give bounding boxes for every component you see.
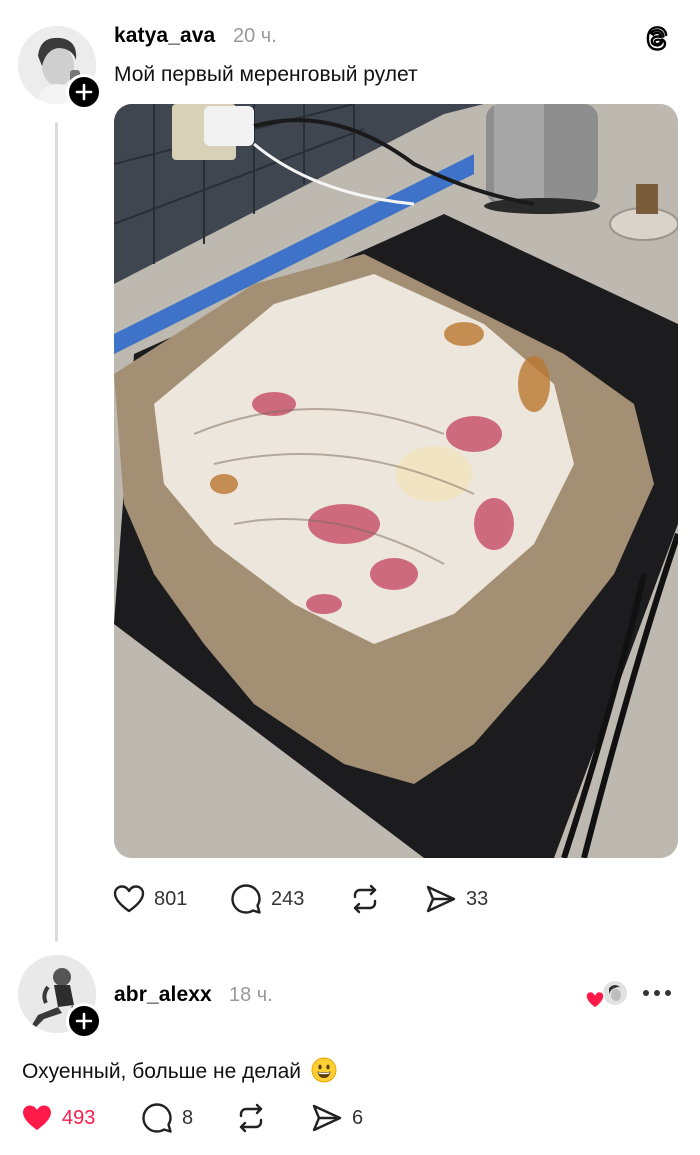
reply-text-content: Охуенный, больше не делай [22, 1060, 302, 1083]
post-photo[interactable] [114, 104, 678, 858]
follow-button[interactable] [66, 1003, 102, 1039]
share-count: 33 [466, 887, 489, 910]
like-button-active[interactable]: 493 [20, 1101, 95, 1135]
send-icon [310, 1101, 344, 1135]
repost-button[interactable] [234, 1101, 268, 1135]
repost-icon [348, 882, 382, 916]
repost-button[interactable] [348, 882, 382, 916]
post-time: 20 ч. [233, 25, 277, 47]
share-count: 6 [352, 1106, 364, 1129]
liked-by-author-avatar [585, 979, 629, 1010]
send-button[interactable]: 6 [310, 1101, 363, 1135]
comment-icon [140, 1101, 174, 1135]
send-icon [424, 882, 458, 916]
plus-icon [75, 1012, 93, 1030]
like-count: 493 [62, 1106, 96, 1129]
follow-button[interactable] [66, 74, 102, 110]
send-button[interactable]: 33 [424, 882, 488, 916]
comment-button[interactable]: 8 [140, 1101, 193, 1135]
heart-icon [112, 882, 146, 916]
post-text: Мой первый меренговый рулет [114, 63, 418, 86]
more-icon[interactable] [642, 986, 672, 1000]
reply-time: 18 ч. [229, 984, 273, 1006]
reply-username[interactable]: abr_alexx [114, 983, 212, 1007]
comment-count: 8 [182, 1106, 194, 1129]
heart-filled-icon [20, 1101, 54, 1135]
grinning-face-emoji [311, 1057, 337, 1083]
post-username[interactable]: katya_ava [114, 24, 215, 48]
like-count: 801 [154, 887, 188, 910]
threads-logo-icon[interactable] [641, 22, 673, 54]
plus-icon [75, 83, 93, 101]
comment-count: 243 [271, 887, 305, 910]
comment-icon [229, 882, 263, 916]
repost-icon [234, 1101, 268, 1135]
like-button[interactable]: 801 [112, 882, 187, 916]
reply-text: Охуенный, больше не делай [22, 1057, 337, 1084]
comment-button[interactable]: 243 [229, 882, 304, 916]
thread-line [55, 122, 58, 942]
